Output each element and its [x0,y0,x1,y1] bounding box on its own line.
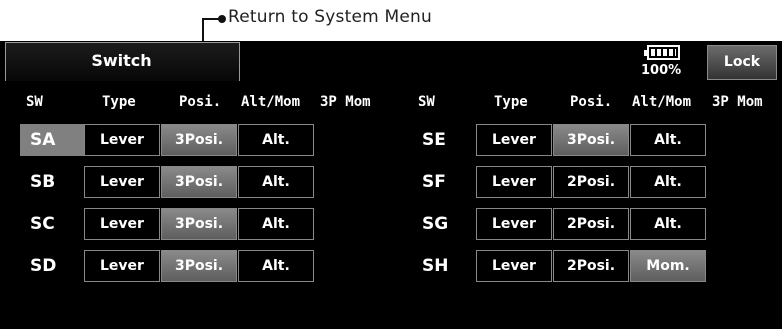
page-title: Switch [91,51,152,70]
posi-button-sh[interactable]: 2Posi. [553,250,629,282]
header-altmom-right: Alt/Mom [632,94,692,110]
switch-label-sb[interactable]: SB [20,166,92,198]
posi-button-sg[interactable]: 2Posi. [553,208,629,240]
header-3pmom-right: 3P Mom [712,94,763,110]
switch-label-sc[interactable]: SC [20,208,92,240]
type-button-sa[interactable]: Lever [84,124,160,156]
type-button-sf[interactable]: Lever [476,166,552,198]
mode-button-sc[interactable]: Alt. [238,208,314,240]
callout-dot [218,15,226,23]
posi-button-sc[interactable]: 3Posi. [161,208,237,240]
switch-label-sf[interactable]: SF [412,166,484,198]
mode-button-sf[interactable]: Alt. [630,166,706,198]
type-button-sh[interactable]: Lever [476,250,552,282]
switch-screen: Switch 100% Lock SW Type Posi. Alt/Mom 3… [0,41,782,329]
battery-level: 100% [641,63,682,78]
header-3pmom: 3P Mom [320,94,371,110]
posi-button-sf[interactable]: 2Posi. [553,166,629,198]
posi-button-sa[interactable]: 3Posi. [161,124,237,156]
header-type: Type [102,94,136,110]
header-posi: Posi. [179,94,222,110]
mode-button-sh[interactable]: Mom. [630,250,706,282]
switch-label-se[interactable]: SE [412,124,484,156]
posi-button-sb[interactable]: 3Posi. [161,166,237,198]
posi-button-sd[interactable]: 3Posi. [161,250,237,282]
switch-label-sd[interactable]: SD [20,250,92,282]
type-button-sg[interactable]: Lever [476,208,552,240]
lock-button[interactable]: Lock [707,45,777,80]
header-type-right: Type [494,94,528,110]
switch-label-sa[interactable]: SA [20,124,92,156]
header-altmom: Alt/Mom [241,94,301,110]
mode-button-sd[interactable]: Alt. [238,250,314,282]
mode-button-se[interactable]: Alt. [630,124,706,156]
header-sw: SW [26,94,43,110]
return-annotation: Return to System Menu [228,7,432,27]
type-button-sb[interactable]: Lever [84,166,160,198]
mode-button-sg[interactable]: Alt. [630,208,706,240]
type-button-se[interactable]: Lever [476,124,552,156]
header-sw-right: SW [418,94,435,110]
mode-button-sb[interactable]: Alt. [238,166,314,198]
battery-icon [644,45,680,60]
mode-button-sa[interactable]: Alt. [238,124,314,156]
type-button-sc[interactable]: Lever [84,208,160,240]
switch-label-sg[interactable]: SG [412,208,484,240]
posi-button-se[interactable]: 3Posi. [553,124,629,156]
type-button-sd[interactable]: Lever [84,250,160,282]
header-posi-right: Posi. [570,94,613,110]
switch-label-sh[interactable]: SH [412,250,484,282]
